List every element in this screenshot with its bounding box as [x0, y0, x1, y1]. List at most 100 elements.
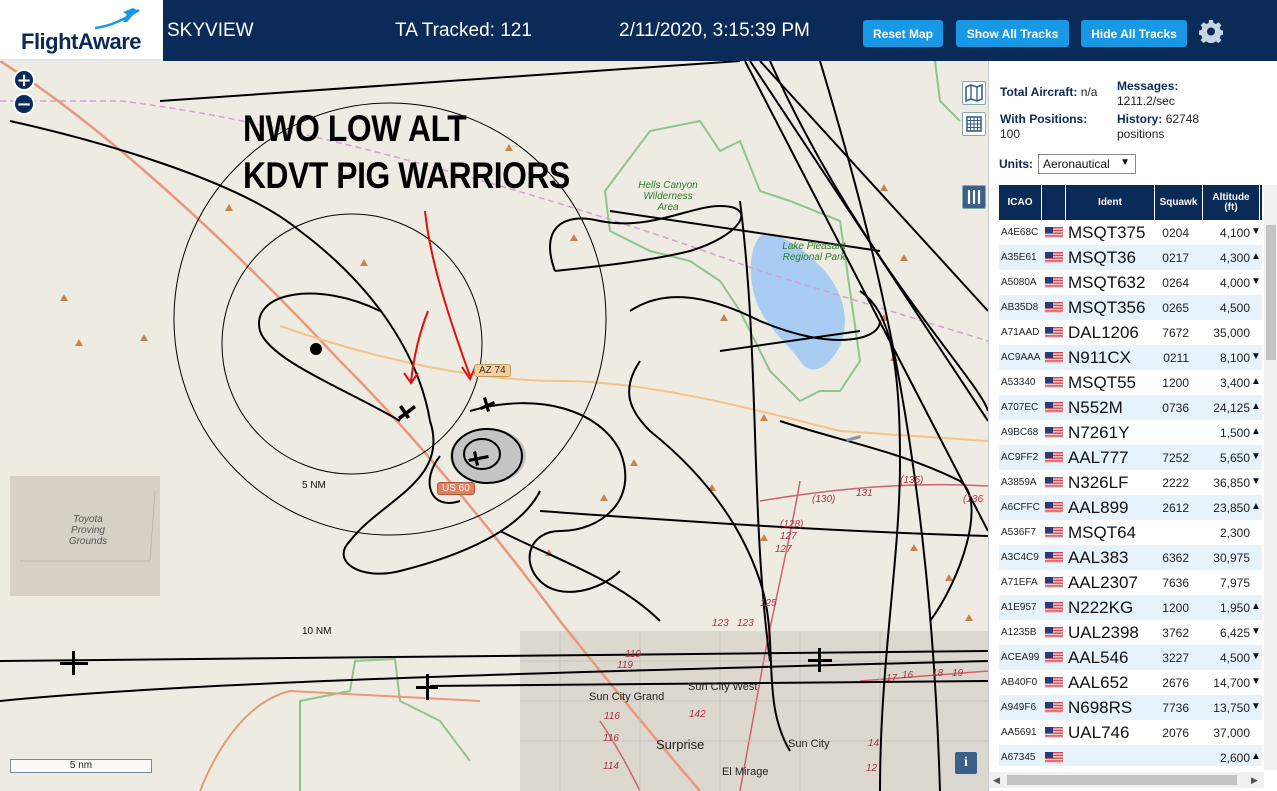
annotation-line-1: NWO LOW ALT	[243, 108, 467, 149]
table-row[interactable]: AB40F0 AAL652 2676 14,700 ▼	[999, 670, 1262, 695]
zoom-in-button[interactable]: +	[13, 69, 35, 91]
table-row[interactable]: AB35D8 MSQT356 0265 4,500	[999, 295, 1262, 320]
col-altitude-label: Altitude	[1212, 191, 1250, 203]
us-flag-icon	[1045, 577, 1063, 588]
altitude-cell: 30,975	[1213, 551, 1250, 565]
table-row[interactable]: AC9FF2 AAL777 7252 5,650 ▼	[999, 445, 1262, 470]
scroll-right-icon[interactable]: ▶	[1251, 775, 1258, 786]
us-flag-icon	[1045, 227, 1063, 238]
info-button[interactable]: i	[955, 752, 977, 774]
with-positions-label: With Positions:	[1000, 112, 1088, 126]
squawk-cell: 2076	[1162, 726, 1189, 740]
table-row[interactable]: A71AAD DAL1206 7672 35,000	[999, 320, 1262, 345]
road-number: 17	[886, 673, 898, 684]
us-flag-icon	[1045, 427, 1063, 438]
altitude-trend-icon: ▲	[1251, 501, 1261, 512]
vertical-scrollbar[interactable]	[1264, 185, 1277, 770]
hide-all-tracks-button[interactable]: Hide All Tracks	[1081, 20, 1187, 47]
squawk-cell: 3762	[1162, 626, 1189, 640]
table-row[interactable]: A4E68C MSQT375 0204 4,100 ▼	[999, 220, 1262, 245]
table-row[interactable]: A35E61 MSQT36 0217 4,300 ▲	[999, 245, 1262, 270]
icao-cell: A6CFFC	[1001, 502, 1040, 513]
table-row[interactable]: A5080A MSQT632 0264 4,000 ▼	[999, 270, 1262, 295]
aircraft-table-header: ICAO Ident Squawk Altitude (ft)	[999, 185, 1262, 220]
zoom-out-button[interactable]: −	[13, 93, 35, 115]
place-sun-city: Sun City	[788, 738, 830, 750]
aircraft-table-body: A4E68C MSQT375 0204 4,100 ▼ A35E61 MSQT36 0217 4…	[999, 220, 1262, 766]
map-scale-bar: 5 nm	[10, 759, 152, 773]
altitude-cell: 8,100	[1219, 351, 1250, 365]
altitude-cell: 4,000	[1219, 276, 1250, 290]
ident-cell: AAL777	[1068, 448, 1129, 467]
table-row[interactable]: ACEA99 AAL546 3227 4,500 ▼	[999, 645, 1262, 670]
top-bar: FlightAware SKYVIEW TA Tracked: 121 2/11…	[0, 0, 1277, 61]
ident-cell: MSQT55	[1068, 373, 1137, 392]
history-stat: History: 62748	[1117, 112, 1199, 126]
altitude-trend-icon: ▼	[1251, 626, 1261, 637]
ident-cell: N222KG	[1068, 598, 1134, 617]
squawk-cell: 7672	[1162, 326, 1189, 340]
col-flag[interactable]	[1042, 185, 1066, 220]
annotation-text: NWO LOW ALT KDVT PIG WARRIORS	[243, 105, 570, 199]
col-icao[interactable]: ICAO	[999, 185, 1042, 220]
altitude-trend-icon: ▲	[1251, 376, 1261, 387]
altitude-trend-icon: ▼	[1251, 701, 1261, 712]
place-surprise: Surprise	[656, 737, 705, 752]
table-row[interactable]: AA5691 UAL746 2076 37,000	[999, 720, 1262, 745]
map-view[interactable]: NWO LOW ALT KDVT PIG WARRIORS 5 NM 10 NM…	[0, 61, 988, 791]
us-flag-icon	[1045, 627, 1063, 638]
altitude-cell: 4,100	[1219, 226, 1250, 240]
road-number: (130)	[812, 494, 836, 505]
us-flag-icon	[1045, 552, 1063, 563]
table-row[interactable]: A1E957 N222KG 1200 1,950 ▲	[999, 595, 1262, 620]
icao-cell: AB40F0	[1001, 677, 1038, 688]
table-row[interactable]: A707EC N552M 0736 24,125 ▲	[999, 395, 1262, 420]
table-row[interactable]: A1235B UAL2398 3762 6,425 ▼	[999, 620, 1262, 645]
ident-cell: N326LF	[1068, 473, 1129, 492]
table-row[interactable]: A67345 2,600 ▲	[999, 745, 1262, 766]
table-row[interactable]: A53340 MSQT55 1200 3,400 ▲	[999, 370, 1262, 395]
table-row[interactable]: A6CFFC AAL899 2612 23,850 ▲	[999, 495, 1262, 520]
icao-cell: A3C4C9	[1001, 552, 1039, 563]
highway-us60-shield: US 60	[437, 482, 475, 495]
annotation-line-2: KDVT PIG WARRIORS	[243, 155, 570, 196]
ident-cell: AAL546	[1068, 648, 1129, 667]
table-row[interactable]: A9BC68 N7261Y 1,500 ▲	[999, 420, 1262, 445]
col-altitude[interactable]: Altitude (ft)	[1203, 185, 1260, 220]
table-row[interactable]: AC9AAA N911CX 0211 8,100 ▼	[999, 345, 1262, 370]
table-row[interactable]: A3859A N326LF 2222 36,850 ▼	[999, 470, 1262, 495]
table-row[interactable]: A3C4C9 AAL383 6362 30,975	[999, 545, 1262, 570]
flightaware-logo[interactable]: FlightAware	[0, 0, 163, 61]
units-select[interactable]: Aeronautical ▼	[1038, 154, 1136, 174]
show-all-tracks-button[interactable]: Show All Tracks	[956, 20, 1069, 47]
table-row[interactable]: A949F6 N698RS 7736 13,750 ▼	[999, 695, 1262, 720]
gear-icon[interactable]	[1199, 19, 1223, 43]
squawk-cell: 0217	[1162, 251, 1189, 265]
horizontal-scroll-thumb[interactable]	[1007, 775, 1237, 785]
road-number: 123	[737, 618, 754, 629]
table-row[interactable]: A71EFA AAL2307 7636 7,975	[999, 570, 1262, 595]
map-layers-button[interactable]	[962, 81, 986, 105]
col-altitude-unit: (ft)	[1224, 201, 1238, 213]
road-number: 12	[866, 763, 878, 774]
vertical-scroll-thumb[interactable]	[1266, 225, 1276, 360]
col-squawk[interactable]: Squawk	[1155, 185, 1203, 220]
reset-map-button[interactable]: Reset Map	[863, 20, 943, 47]
range-rings-button[interactable]	[962, 112, 986, 136]
ident-cell: DAL1206	[1068, 323, 1139, 342]
altitude-trend-icon: ▼	[1251, 476, 1261, 487]
scroll-left-icon[interactable]: ◀	[993, 775, 1000, 786]
horizontal-scrollbar[interactable]: ◀ ▶	[989, 772, 1264, 788]
squawk-cell: 0736	[1162, 401, 1189, 415]
ident-cell: AAL652	[1068, 673, 1129, 692]
icao-cell: A4E68C	[1001, 227, 1039, 238]
us-flag-icon	[1045, 602, 1063, 613]
squawk-cell: 0211	[1163, 351, 1189, 365]
altitude-cell: 2,600	[1219, 751, 1250, 765]
toggle-sidebar-button[interactable]	[962, 185, 986, 209]
table-row[interactable]: A536F7 MSQT64 2,300	[999, 520, 1262, 545]
us-flag-icon	[1045, 302, 1063, 313]
squawk-cell: 6362	[1162, 551, 1189, 565]
us-flag-icon	[1045, 452, 1063, 463]
col-ident[interactable]: Ident	[1066, 185, 1155, 220]
